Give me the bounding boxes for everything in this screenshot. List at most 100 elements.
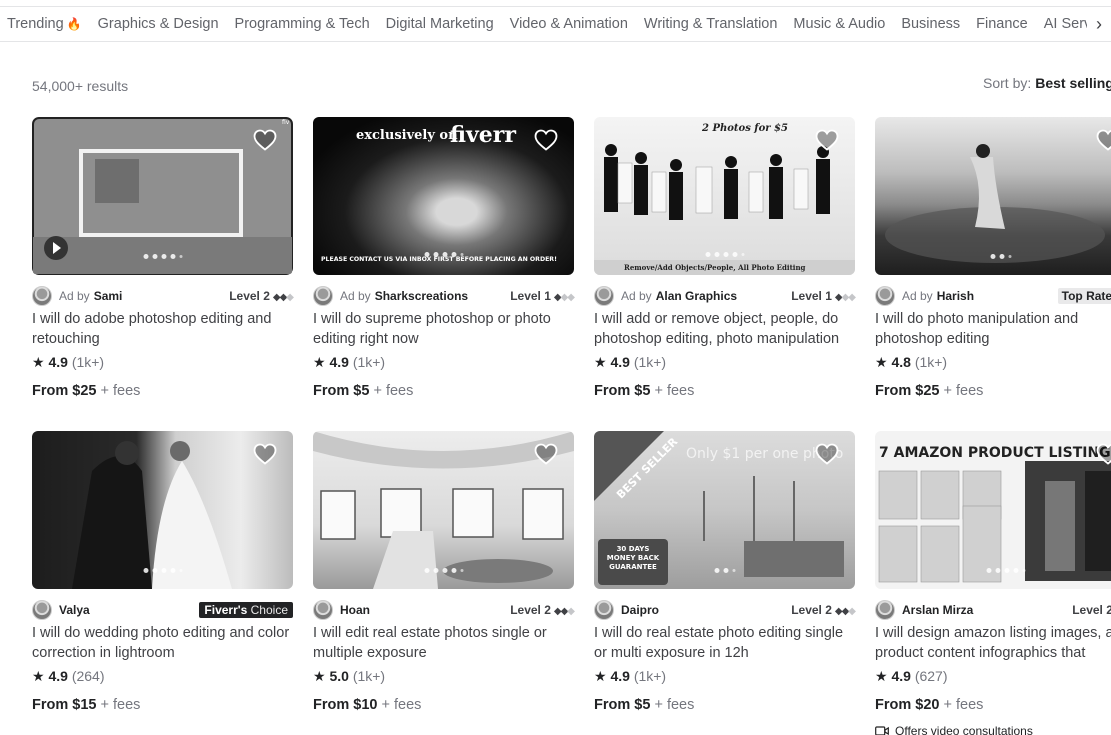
level-diamonds-icon: ◆◆◆ [553, 292, 575, 303]
nav-writing-translation[interactable]: Writing & Translation [636, 16, 786, 32]
star-icon: ★ [32, 668, 45, 684]
star-icon: ★ [313, 354, 326, 370]
nav-finance[interactable]: Finance [968, 16, 1036, 32]
gig-card[interactable]: Hoan Level 2 ◆◆◆ I will edit real estate … [313, 431, 575, 713]
price: From $5 + fees [594, 697, 695, 713]
money-back-seal: 30 DAYS MONEY BACK GUARANTEE [606, 545, 660, 571]
gig-title[interactable]: I will add or remove object, people, do … [594, 309, 855, 349]
gig-image[interactable] [875, 117, 1111, 275]
seller-name[interactable]: Daipro [621, 603, 659, 617]
seller-row: Ad by Sharkscreations Level 1 ◆◆◆ [313, 285, 575, 307]
carousel-dots [714, 568, 735, 573]
level-diamonds-icon: ◆◆◆ [834, 606, 856, 617]
gig-title[interactable]: I will do adobe photoshop editing and re… [32, 309, 293, 349]
level-diamonds-icon: ◆◆◆ [553, 606, 575, 617]
seller-name[interactable]: Sharkscreations [375, 289, 468, 303]
avatar[interactable] [875, 600, 895, 620]
heart-icon[interactable] [815, 129, 841, 153]
heart-icon[interactable] [1096, 443, 1111, 467]
ad-label: Ad by [902, 289, 933, 303]
rating: ★ 5.0 (1k+) [313, 668, 386, 684]
heart-icon[interactable] [534, 443, 560, 467]
nav-music-audio[interactable]: Music & Audio [785, 16, 893, 32]
gig-image[interactable]: BEST SELLER Only $1 per one photo 30 DAY… [594, 431, 855, 589]
star-icon: ★ [875, 668, 888, 684]
gig-card[interactable]: 7 AMAZON PRODUCT LISTING IMAGES Arslan M… [875, 431, 1111, 735]
star-icon: ★ [313, 668, 326, 684]
seller-name[interactable]: Valya [59, 603, 90, 617]
avatar[interactable] [32, 600, 52, 620]
avatar[interactable] [594, 600, 614, 620]
heart-icon[interactable] [253, 129, 279, 153]
carousel-dots [143, 568, 182, 573]
rating: ★ 4.9 (1k+) [313, 354, 386, 370]
image-brand: fiverr [450, 122, 516, 148]
chevron-right-icon[interactable]: › [1087, 7, 1111, 41]
rating: ★ 4.9 (1k+) [32, 354, 105, 370]
nav-graphics-design[interactable]: Graphics & Design [90, 16, 227, 32]
star-icon: ★ [32, 354, 45, 370]
gig-title[interactable]: I will do wedding photo editing and colo… [32, 623, 293, 663]
seller-name[interactable]: Arslan Mirza [902, 603, 973, 617]
heart-icon[interactable] [534, 129, 560, 153]
video-camera-icon [875, 726, 889, 735]
results-count: 54,000+ results [32, 78, 129, 94]
sort-value: Best selling [1035, 75, 1111, 91]
gig-title[interactable]: I will do photo manipulation and photosh… [875, 309, 1111, 349]
sort-label: Sort by: [983, 75, 1032, 91]
avatar[interactable] [875, 286, 895, 306]
nav-business[interactable]: Business [893, 16, 968, 32]
seller-name[interactable]: Alan Graphics [656, 289, 737, 303]
price: From $5 + fees [313, 383, 414, 399]
carousel-dots [143, 254, 182, 259]
avatar[interactable] [313, 600, 333, 620]
image-footer: Remove/Add Objects/People, All Photo Edi… [624, 263, 806, 272]
heart-icon[interactable] [1096, 129, 1111, 153]
gig-card[interactable]: BEST SELLER Only $1 per one photo 30 DAY… [594, 431, 856, 713]
heart-icon[interactable] [253, 443, 279, 467]
gig-image[interactable]: exclusively on fiverr PLEASE CONTACT US … [313, 117, 574, 275]
gig-image[interactable] [32, 431, 293, 589]
avatar[interactable] [594, 286, 614, 306]
gig-title[interactable]: I will edit real estate photos single or… [313, 623, 574, 663]
gig-card[interactable]: Valya Fiverr's Choice I will do wedding … [32, 431, 293, 713]
star-icon: ★ [875, 354, 888, 370]
gig-card[interactable]: 2 Photos for $5 Remove/Add Objects/Peopl… [594, 117, 856, 399]
seller-level-badge: Level 2◆◆◆ [229, 289, 294, 303]
star-icon: ★ [594, 668, 607, 684]
nav-programming-tech[interactable]: Programming & Tech [227, 16, 378, 32]
avatar[interactable] [313, 286, 333, 306]
gig-title[interactable]: I will design amazon listing images, a p… [875, 623, 1111, 663]
gig-title[interactable]: I will do supreme photoshop or photo edi… [313, 309, 574, 349]
nav-digital-marketing[interactable]: Digital Marketing [378, 16, 502, 32]
price: From $20 + fees [875, 697, 984, 713]
nav-video-animation[interactable]: Video & Animation [502, 16, 636, 32]
gig-image[interactable]: 7 AMAZON PRODUCT LISTING IMAGES [875, 431, 1111, 589]
carousel-dots [990, 254, 1012, 259]
gig-image[interactable] [313, 431, 574, 589]
sort-dropdown[interactable]: Sort by: Best selling [983, 75, 1111, 91]
image-caption: 2 Photos for $5 [701, 123, 788, 134]
seller-name[interactable]: Hoan [340, 603, 370, 617]
seller-name[interactable]: Sami [94, 289, 123, 303]
gig-title[interactable]: I will do real estate photo editing sing… [594, 623, 855, 663]
gig-card[interactable]: fiv Ad by Sami Level 2 ◆◆◆ I will do adob… [32, 117, 294, 399]
carousel-dots [986, 568, 1025, 573]
image-caption: 7 AMAZON PRODUCT LISTING IMAGES [879, 445, 1111, 461]
seller-level-badge: Level 1 ◆◆◆ [791, 289, 856, 303]
star-icon: ★ [594, 354, 607, 370]
seller-name[interactable]: Harish [937, 289, 974, 303]
rating: ★ 4.9 (627) [875, 668, 948, 684]
gig-image[interactable]: 2 Photos for $5 Remove/Add Objects/Peopl… [594, 117, 855, 275]
avatar[interactable] [32, 286, 52, 306]
heart-icon[interactable] [815, 443, 841, 467]
seller-level-badge: Level 2◆◆◆ [510, 603, 575, 617]
rating: ★ 4.9 (1k+) [594, 354, 667, 370]
carousel-dots [424, 252, 463, 257]
gig-card[interactable]: Ad by Harish Top Rated ◆ I will do photo… [875, 117, 1111, 399]
gig-image[interactable]: fiv [32, 117, 293, 275]
seller-row: Hoan Level 2 ◆◆◆ [313, 599, 575, 621]
nav-trending[interactable]: Trending 🔥 [0, 16, 90, 32]
gig-card[interactable]: exclusively on fiverr PLEASE CONTACT US … [313, 117, 575, 399]
seller-level-badge: Level 2◆◆◆ [1072, 603, 1111, 617]
